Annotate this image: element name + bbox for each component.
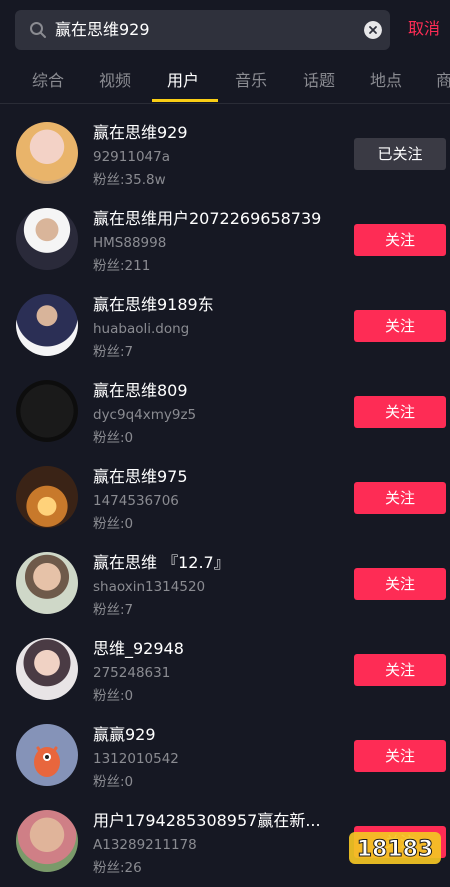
user-id: dyc9q4xmy9z5 (93, 407, 197, 423)
clear-icon[interactable] (364, 21, 382, 39)
user-row[interactable]: 赢在思维用户2072269658739 HMS88998 粉丝:211 关注 (0, 198, 450, 284)
fans-count: 粉丝:26 (93, 860, 142, 876)
user-row[interactable]: 赢在思维975 1474536706 粉丝:0 关注 (0, 456, 450, 542)
avatar[interactable] (16, 724, 78, 786)
user-id: A13289211178 (93, 837, 197, 853)
user-name: 赢在思维9189东 (93, 295, 214, 314)
follow-button[interactable]: 关注 (354, 396, 446, 428)
user-name: 赢赢929 (93, 725, 156, 744)
fans-count: 粉丝:0 (93, 688, 134, 704)
user-row[interactable]: 赢在思维929 92911047a 粉丝:35.8w 已关注 (0, 112, 450, 198)
user-name: 赢在思维809 (93, 381, 188, 400)
fans-count: 粉丝:0 (93, 774, 134, 790)
user-id: 275248631 (93, 665, 171, 681)
user-id: shaoxin1314520 (93, 579, 206, 595)
tab-places[interactable]: 地点 (370, 70, 402, 92)
user-name: 用户1794285308957赢在新... (93, 811, 321, 830)
avatar[interactable] (16, 380, 78, 442)
fans-count: 粉丝:0 (93, 430, 134, 446)
avatar[interactable] (16, 638, 78, 700)
follow-button[interactable]: 关注 (354, 568, 446, 600)
user-row[interactable]: 赢在思维809 dyc9q4xmy9z5 粉丝:0 关注 (0, 370, 450, 456)
search-bar: 赢在思维929 取消 (0, 0, 450, 62)
user-id: 1474536706 (93, 493, 179, 509)
cartoon-bird-icon (34, 746, 60, 777)
fans-count: 粉丝:211 (93, 258, 151, 274)
fans-count: 粉丝:35.8w (93, 172, 166, 188)
search-query: 赢在思维929 (55, 20, 150, 39)
cancel-button[interactable]: 取消 (408, 18, 440, 40)
user-name: 思维_92948 (93, 639, 184, 658)
search-tabs: 综合 视频 用户 音乐 话题 地点 商 (0, 62, 450, 104)
follow-button[interactable]: 关注 (354, 654, 446, 686)
follow-button[interactable]: 关注 (354, 482, 446, 514)
fans-count: 粉丝:7 (93, 602, 134, 618)
fans-count: 粉丝:0 (93, 516, 134, 532)
fans-count: 粉丝:7 (93, 344, 134, 360)
follow-button[interactable]: 关注 (354, 740, 446, 772)
follow-button[interactable]: 关注 (354, 310, 446, 342)
user-id: 1312010542 (93, 751, 179, 767)
avatar[interactable] (16, 294, 78, 356)
tab-music[interactable]: 音乐 (235, 70, 267, 92)
tab-topics[interactable]: 话题 (303, 70, 335, 92)
tab-users[interactable]: 用户 (167, 70, 199, 92)
user-name: 赢在思维用户2072269658739 (93, 209, 322, 228)
avatar[interactable] (16, 552, 78, 614)
avatar[interactable] (16, 208, 78, 270)
search-icon (30, 22, 46, 38)
user-id: huabaoli.dong (93, 321, 190, 337)
svg-text:18183: 18183 (357, 837, 434, 862)
site-watermark-logo: 18183 (349, 832, 441, 864)
search-input[interactable]: 赢在思维929 (15, 10, 390, 50)
tab-shop[interactable]: 商 (436, 70, 450, 92)
user-row[interactable]: 思维_92948 275248631 粉丝:0 关注 (0, 628, 450, 714)
user-name: 赢在思维929 (93, 123, 188, 142)
user-name: 赢在思维975 (93, 467, 188, 486)
user-id: HMS88998 (93, 235, 167, 251)
avatar[interactable] (16, 466, 78, 528)
tab-comprehensive[interactable]: 综合 (32, 70, 64, 92)
avatar[interactable] (16, 810, 78, 872)
user-id: 92911047a (93, 149, 170, 165)
tab-videos[interactable]: 视频 (99, 70, 131, 92)
active-tab-indicator (152, 99, 218, 102)
user-row[interactable]: 赢在思维9189东 huabaoli.dong 粉丝:7 关注 (0, 284, 450, 370)
followed-button[interactable]: 已关注 (354, 138, 446, 170)
follow-button[interactable]: 关注 (354, 224, 446, 256)
user-row[interactable]: 赢在思维 『12.7』 shaoxin1314520 粉丝:7 关注 (0, 542, 450, 628)
user-row[interactable]: 赢赢929 1312010542 粉丝:0 关注 (0, 714, 450, 800)
user-name: 赢在思维 『12.7』 (93, 553, 230, 572)
avatar[interactable] (16, 122, 78, 184)
